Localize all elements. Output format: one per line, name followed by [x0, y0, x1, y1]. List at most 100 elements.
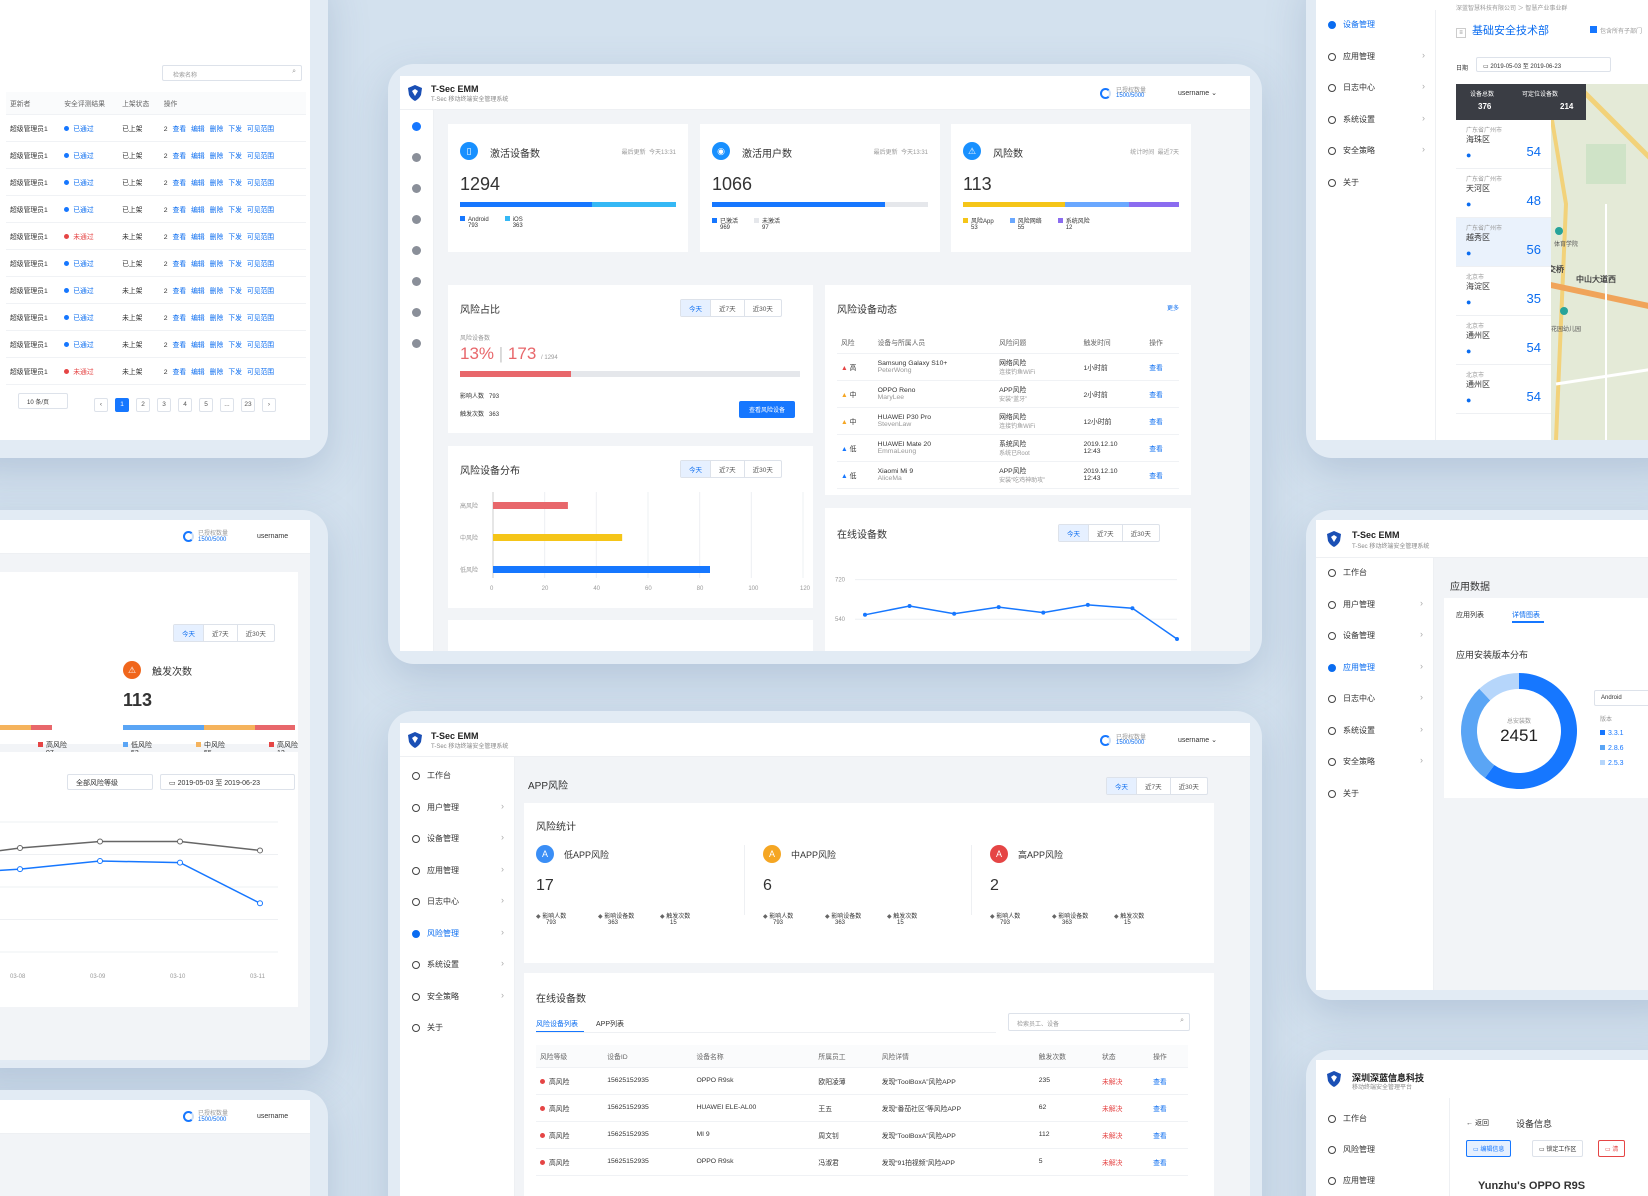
edit-info-button[interactable]: ▭ 编辑信息 — [1466, 1140, 1512, 1157]
nav-item[interactable]: 工作台 — [1316, 558, 1433, 588]
platform-select[interactable]: Android — [1594, 690, 1648, 706]
district-item[interactable]: 北京市 海淀区 ● 35 — [1456, 267, 1551, 316]
nav-icon[interactable] — [412, 122, 421, 131]
nav-item[interactable]: 风险管理 — [1316, 1135, 1449, 1165]
action-link[interactable]: 下发 — [228, 369, 242, 376]
view-link[interactable]: 查看 — [1145, 353, 1179, 381]
username[interactable]: username — [257, 1113, 288, 1120]
search-input[interactable]: 检索名称 ⌕ — [162, 65, 302, 81]
nav-item[interactable]: 工作台 — [1316, 1104, 1449, 1134]
lock-workspace-button[interactable]: ▭ 锁定工作区 — [1532, 1140, 1584, 1157]
range-tab[interactable]: 近7天 — [710, 300, 744, 316]
action-link[interactable]: 可见范围 — [247, 126, 274, 133]
action-link[interactable]: 查看 — [173, 180, 187, 187]
action-link[interactable]: 删除 — [210, 261, 224, 268]
action-link[interactable]: 下发 — [228, 315, 242, 322]
nav-item[interactable]: 关于 — [1316, 779, 1433, 809]
nav-icon[interactable] — [412, 308, 421, 317]
action-link[interactable]: 删除 — [210, 315, 224, 322]
action-link[interactable]: 编辑 — [191, 153, 205, 160]
nav-item[interactable]: 用户管理 › — [1316, 590, 1433, 620]
action-link[interactable]: 查看 — [173, 261, 187, 268]
action-link[interactable]: 删除 — [210, 207, 224, 214]
nav-item[interactable]: 应用管理 › — [400, 856, 514, 886]
nav-icon[interactable] — [412, 277, 421, 286]
page-button[interactable]: 2 — [136, 398, 150, 412]
action-link[interactable]: 编辑 — [191, 207, 205, 214]
nav-item[interactable]: 应用管理 › — [1316, 653, 1433, 683]
page-button[interactable]: ... — [220, 398, 234, 412]
action-link[interactable]: 编辑 — [191, 234, 205, 241]
nav-item[interactable]: 设备管理 — [1316, 10, 1435, 40]
nav-item[interactable]: 日志中心 › — [400, 887, 514, 917]
action-link[interactable]: 查看 — [173, 342, 187, 349]
range-tab[interactable]: 近30天 — [743, 300, 781, 316]
view-link[interactable]: 查看 — [1149, 1148, 1188, 1176]
online-range-tabs[interactable]: 今天 近7天 近30天 — [1058, 524, 1160, 542]
range-tab[interactable]: 今天 — [1059, 525, 1088, 541]
clear-button[interactable]: ▭ 清 — [1598, 1140, 1626, 1157]
view-link[interactable]: 查看 — [1145, 380, 1179, 408]
nav-item[interactable]: 关于 — [400, 1013, 514, 1043]
range-tab[interactable]: 近7天 — [203, 625, 237, 641]
action-link[interactable]: 下发 — [228, 126, 242, 133]
action-link[interactable]: 可见范围 — [247, 369, 274, 376]
risk-level-select[interactable]: 全部风险等级 — [67, 774, 153, 790]
action-link[interactable]: 删除 — [210, 126, 224, 133]
nav-item[interactable]: 设备管理 › — [1316, 621, 1433, 651]
view-link[interactable]: 查看 — [1145, 434, 1179, 462]
view-link[interactable]: 查看 — [1149, 1094, 1188, 1122]
back-button[interactable]: ← 返回 — [1466, 1118, 1489, 1128]
range-tab[interactable]: 近7天 — [710, 461, 744, 477]
action-link[interactable]: 查看 — [173, 207, 187, 214]
action-link[interactable]: 下发 — [228, 261, 242, 268]
action-link[interactable]: 下发 — [228, 207, 242, 214]
action-link[interactable]: 可见范围 — [247, 261, 274, 268]
action-link[interactable]: 可见范围 — [247, 207, 274, 214]
nav-icon[interactable] — [412, 339, 421, 348]
username-menu[interactable]: username ⌄ — [1178, 89, 1217, 97]
action-link[interactable]: 可见范围 — [247, 342, 274, 349]
district-item[interactable]: 广东省广州市 越秀区 ● 56 — [1456, 218, 1551, 267]
nav-icon[interactable] — [412, 246, 421, 255]
tab-app-list[interactable]: 应用列表 — [1456, 610, 1484, 620]
search-input[interactable]: 检索员工、设备 ⌕ — [1008, 1013, 1190, 1031]
nav-icon[interactable] — [412, 184, 421, 193]
range-tab[interactable]: 近7天 — [1136, 778, 1170, 794]
distribution-range-tabs[interactable]: 今天 近7天 近30天 — [680, 460, 782, 478]
page-button[interactable]: 3 — [157, 398, 171, 412]
range-tab[interactable]: 今天 — [174, 625, 203, 641]
action-link[interactable]: 查看 — [173, 126, 187, 133]
nav-item[interactable]: 设备管理 › — [400, 824, 514, 854]
action-link[interactable]: 查看 — [173, 288, 187, 295]
page-button[interactable]: 1 — [115, 398, 129, 412]
action-link[interactable]: 编辑 — [191, 180, 205, 187]
range-tab[interactable]: 今天 — [681, 461, 710, 477]
action-link[interactable]: 可见范围 — [247, 234, 274, 241]
date-range-picker[interactable]: ▭ 2019-05-03 至 2019-06-23 — [160, 774, 295, 790]
range-tab[interactable]: 今天 — [1107, 778, 1136, 794]
action-link[interactable]: 查看 — [173, 369, 187, 376]
action-link[interactable]: 查看 — [173, 153, 187, 160]
page-button[interactable]: 23 — [241, 398, 255, 412]
nav-item[interactable]: 风险管理 › — [400, 919, 514, 949]
nav-icon[interactable] — [412, 153, 421, 162]
page-button[interactable]: 4 — [178, 398, 192, 412]
view-link[interactable]: 查看 — [1145, 407, 1179, 435]
feed-more-link[interactable]: 更多 — [1167, 303, 1179, 312]
action-link[interactable]: 删除 — [210, 234, 224, 241]
view-link[interactable]: 查看 — [1149, 1067, 1188, 1095]
action-link[interactable]: 删除 — [210, 288, 224, 295]
nav-item[interactable]: 用户管理 › — [400, 793, 514, 823]
page-button[interactable]: › — [262, 398, 276, 412]
page-button[interactable]: ‹ — [94, 398, 108, 412]
range-tab[interactable]: 近7天 — [1088, 525, 1122, 541]
nav-item[interactable]: 工作台 — [400, 761, 514, 791]
action-link[interactable]: 删除 — [210, 153, 224, 160]
action-link[interactable]: 编辑 — [191, 315, 205, 322]
district-item[interactable]: 广东省广州市 天河区 ● 48 — [1456, 169, 1551, 218]
tab-app-list[interactable]: APP列表 — [596, 1019, 624, 1029]
district-item[interactable]: 广东省广州市 海珠区 ● 54 — [1456, 120, 1551, 169]
view-link[interactable]: 查看 — [1149, 1121, 1188, 1149]
nav-item[interactable]: 应用管理 › — [1316, 42, 1435, 72]
